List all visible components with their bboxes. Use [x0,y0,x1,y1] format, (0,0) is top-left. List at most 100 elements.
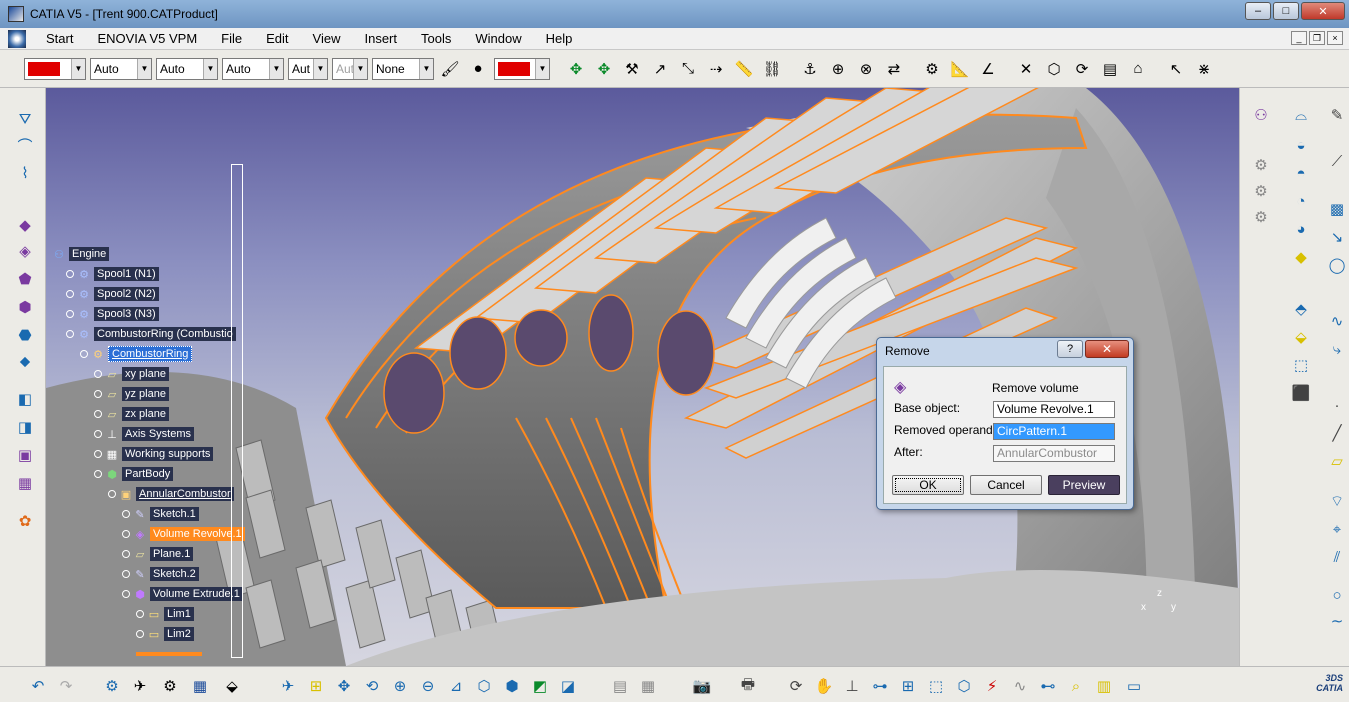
parallel-icon[interactable]: ⫽ [1326,546,1348,568]
rect-icon[interactable]: ▩ [1326,198,1348,220]
trim-icon[interactable]: ⌒ [14,134,36,156]
update-icon[interactable]: ⟳ [1070,57,1094,81]
connect-icon[interactable]: ⤷ [1326,338,1348,360]
tree-node[interactable]: ⚙ Spool1 (N1) [66,266,159,282]
maximize-button[interactable]: □ [1273,2,1299,20]
tree-node[interactable]: ▣ AnnularCombustor [108,486,234,502]
offset-surface-icon[interactable]: ◔ [1290,190,1312,212]
base-object-field[interactable]: Volume Revolve.1 [993,401,1115,418]
tree-expander[interactable] [122,590,130,598]
sheet-icon[interactable]: ▤ [608,674,632,698]
rotate-icon[interactable]: ⟲ [360,674,384,698]
tree-expander[interactable] [136,630,144,638]
fly-mode-icon[interactable]: ✈ [128,674,152,698]
offset-icon[interactable]: ⇄ [882,57,906,81]
minimize-button[interactable]: – [1245,2,1271,20]
tree-expander[interactable] [122,510,130,518]
menu-view[interactable]: View [301,31,353,46]
fill-color-combo[interactable]: ▼ [24,57,86,80]
union-trim-icon[interactable]: ▦ [14,472,36,494]
zoom-in-icon[interactable]: ⊕ [388,674,412,698]
add-icon[interactable]: ◧ [14,388,36,410]
select-arrow-icon[interactable]: ↖ [1164,57,1188,81]
mdi-minimize-button[interactable]: _ [1291,31,1307,45]
plane-icon[interactable]: ▱ [1326,450,1348,472]
tree-expander[interactable] [66,330,74,338]
dialog-close-button[interactable]: ✕ [1085,340,1129,358]
table-icon[interactable]: ▥ [1092,674,1116,698]
menu-start[interactable]: Start [34,31,85,46]
sphere-icon[interactable]: ◓ [1290,162,1312,184]
extrude-surface-icon[interactable]: ⌓ [1290,104,1312,126]
catalog-icon[interactable]: ▦ [188,674,212,698]
tree-node[interactable]: ▱ zx plane [94,406,169,422]
pad-icon[interactable]: ◆ [14,214,36,236]
catalog-icon[interactable]: ⚙ [920,57,944,81]
catia-app-icon[interactable] [8,6,24,22]
tree-node[interactable]: ▱ Plane.1 [122,546,194,562]
tree-node[interactable]: ⚙ CombustorRing [80,346,193,362]
tree-node[interactable]: ▭ Lim1 [136,606,194,622]
hide-show-icon[interactable]: ◩ [528,674,552,698]
blend-icon[interactable]: ◆ [1290,246,1312,268]
tree-node[interactable]: ⊥ Axis Systems [94,426,195,442]
component-icon[interactable]: ⚙ [1250,180,1272,202]
tree-node[interactable]: ▭ Lim2 [136,626,194,642]
shaft-icon[interactable]: ⬢ [14,296,36,318]
circle-outline-icon[interactable]: ○ [1326,584,1348,606]
hierarchy-icon[interactable]: ⊷ [1036,674,1060,698]
hexagon-icon[interactable]: ⬡ [1042,57,1066,81]
tree-node[interactable]: ⚇ Engine [52,246,110,262]
after-field[interactable]: AnnularCombustor [993,445,1115,462]
grid-snap-icon[interactable]: ⊞ [896,674,920,698]
arrow-icon[interactable]: ↘ [1326,226,1348,248]
fix-icon[interactable]: ⚓ [798,57,822,81]
layers-icon[interactable]: ▭ [1122,674,1146,698]
layer-icon[interactable]: ▤ [1098,57,1122,81]
camera-icon[interactable]: 📷 [690,674,714,698]
shell-icon[interactable]: ⬣ [14,324,36,346]
dialog-help-button[interactable]: ? [1057,340,1083,358]
sketch-icon[interactable]: ✎ [1326,104,1348,126]
menu-tools[interactable]: Tools [409,31,463,46]
revolve-icon[interactable]: ◈ [14,240,36,262]
mdi-close-button[interactable]: × [1327,31,1343,45]
thickness-icon[interactable]: ⬥ [14,350,36,372]
spline-2-icon[interactable]: ∼ [1326,610,1348,632]
zoom-out-icon[interactable]: ⊖ [416,674,440,698]
manipulation-icon[interactable]: ⚒ [620,57,644,81]
sectioning-icon[interactable]: ⇢ [704,57,728,81]
polyline-icon[interactable]: ╱ [1326,422,1348,444]
intersection-icon[interactable]: ⌖ [1326,518,1348,540]
project-icon[interactable]: ⌔ [1326,490,1348,512]
tree-expander[interactable] [94,410,102,418]
chevron-down-icon[interactable]: ▼ [71,58,85,79]
tree-expander[interactable] [94,370,102,378]
tree-expander[interactable] [122,570,130,578]
intersect-icon[interactable]: ▣ [14,444,36,466]
circle-icon[interactable]: ◯ [1326,254,1348,276]
grid-icon[interactable]: ▦ [636,674,660,698]
curve-icon[interactable]: ∠ [976,57,1000,81]
lightning-icon[interactable]: ⚡ [980,674,1004,698]
tree-expander[interactable] [94,470,102,478]
analysis-icon[interactable]: 📐 [948,57,972,81]
boundary-icon[interactable]: ⬛ [1290,382,1312,404]
menu-insert[interactable]: Insert [352,31,409,46]
point-type-combo[interactable]: Aut ▼ [288,57,328,80]
point-icon[interactable]: · [1326,394,1348,416]
fill-icon[interactable]: ◕ [1290,218,1312,240]
tree-scrollbar[interactable] [231,164,243,658]
tree-node[interactable]: ▱ yz plane [94,386,169,402]
tree-node[interactable]: ⚙ CombustorRing (Combustio [66,326,236,342]
menu-help[interactable]: Help [534,31,585,46]
document-icon[interactable] [8,29,26,48]
preview-button[interactable]: Preview [1048,475,1120,495]
layer-filter-icon[interactable]: ⬚ [924,674,948,698]
transparency-combo[interactable]: Auto ▼ [90,57,152,80]
curve-icon[interactable]: ∿ [1008,674,1032,698]
tree-expander[interactable] [94,430,102,438]
mdi-restore-button[interactable]: ❐ [1309,31,1325,45]
chevron-down-icon[interactable]: ▼ [535,58,549,79]
tree-node[interactable]: ◈ Volume Revolve.1 [122,526,245,542]
